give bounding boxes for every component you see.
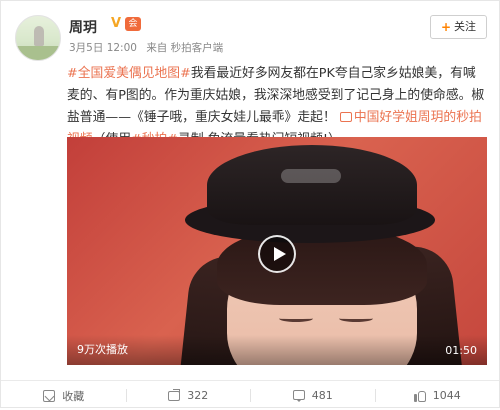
share-count: 322: [187, 389, 209, 402]
follow-button[interactable]: + 关注: [429, 15, 487, 39]
like-icon: [413, 389, 427, 403]
play-count: 9万次播放: [77, 343, 128, 356]
comment-button[interactable]: 481: [250, 381, 375, 410]
topic-link[interactable]: #全国爱美偶见地图#: [67, 66, 191, 81]
plus-icon: +: [440, 20, 451, 34]
collect-label: 收藏: [62, 389, 85, 403]
video-overlay: [67, 335, 487, 365]
collect-icon: [42, 389, 56, 403]
video-player[interactable]: 9万次播放 01:50: [67, 137, 487, 365]
like-button[interactable]: 1044: [374, 381, 500, 410]
video-thumb-cap-crown: [207, 145, 417, 225]
collect-button[interactable]: 收藏: [1, 381, 126, 410]
action-bar: 收藏 322 481 1044: [1, 380, 499, 410]
weibo-post-card: 周玥 V 会 3月5日 12:00 来自 秒拍客户端 + 关注 #全国爱美偶见地…: [0, 0, 500, 408]
verified-icon: V: [110, 16, 122, 31]
vip-icon: 会: [125, 17, 141, 31]
share-button[interactable]: 322: [125, 381, 251, 410]
like-count: 1044: [432, 389, 461, 402]
play-button[interactable]: [258, 235, 296, 273]
avatar[interactable]: [15, 15, 61, 61]
comment-count: 481: [311, 389, 333, 402]
video-thumb-cap-logo: [281, 169, 341, 183]
avatar-figure: [34, 26, 44, 46]
avatar-ground: [16, 46, 60, 60]
username[interactable]: 周玥: [69, 17, 97, 37]
comment-icon: [292, 389, 306, 403]
video-thumb-eye-left: [279, 315, 313, 322]
video-duration: 01:50: [445, 344, 477, 357]
video-thumb-eye-right: [339, 315, 373, 322]
video-link-icon: [339, 112, 352, 122]
post-date[interactable]: 3月5日 12:00: [69, 42, 137, 54]
post-meta: 3月5日 12:00 来自 秒拍客户端: [69, 40, 229, 55]
post-source: 来自 秒拍客户端: [146, 42, 224, 54]
share-icon: [167, 388, 181, 403]
follow-label: 关注: [454, 20, 476, 33]
